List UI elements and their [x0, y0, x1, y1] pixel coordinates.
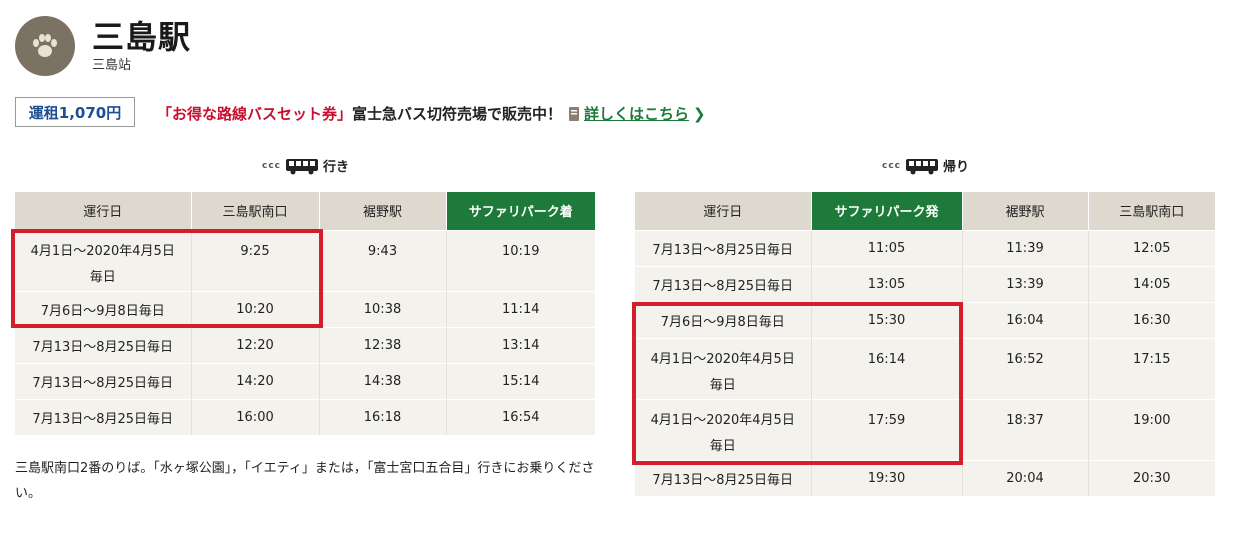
table-row: 7月6日〜9月8日毎日 15:30 16:04 16:30 — [635, 301, 1215, 338]
return-timetable: 運行日 サファリパーク発 裾野駅 三島駅南口 7月13日〜8月25日毎日 11:… — [635, 192, 1215, 496]
time-cell: 11:05 — [811, 229, 963, 266]
time-cell: 16:54 — [446, 398, 595, 435]
time-cell: 9:43 — [319, 229, 447, 291]
time-cell: 19:30 — [811, 459, 963, 496]
return-label: ccc 帰り — [882, 156, 969, 175]
time-cell: 16:04 — [962, 301, 1089, 338]
bus-icon — [906, 158, 939, 174]
date-cell: 7月6日〜9月8日毎日 — [635, 301, 812, 338]
time-cell: 14:05 — [1088, 265, 1215, 302]
time-cell: 10:20 — [191, 290, 320, 327]
table-row: 7月13日〜8月25日毎日 16:00 16:18 16:54 — [15, 398, 595, 435]
outbound-label: ccc 行き — [262, 156, 349, 175]
header-mishima: 三島駅南口 — [1088, 192, 1215, 230]
time-cell: 14:20 — [191, 362, 320, 399]
page-title: 三島駅 — [92, 18, 192, 56]
details-link[interactable]: 詳しくはこちら — [584, 103, 689, 124]
time-cell: 10:38 — [319, 290, 447, 327]
time-cell: 12:38 — [319, 326, 447, 363]
table-row: 7月13日〜8月25日毎日 19:30 20:04 20:30 — [635, 459, 1215, 496]
time-cell: 10:19 — [446, 229, 595, 291]
time-cell: 11:14 — [446, 290, 595, 327]
time-cell: 14:38 — [319, 362, 447, 399]
date-cell: 7月13日〜8月25日毎日 — [635, 265, 812, 302]
chevron-right-icon: ❯ — [693, 104, 706, 123]
time-cell: 20:04 — [962, 459, 1089, 496]
page-subtitle: 三島站 — [92, 58, 132, 73]
fare-badge: 運租1,070円 — [15, 97, 135, 127]
date-cell: 7月13日〜8月25日毎日 — [15, 398, 192, 435]
direction-return: 帰り — [943, 160, 970, 175]
date-cell: 4月1日〜2020年4月5日 毎日 — [15, 229, 192, 291]
header-safari-arrive: サファリパーク着 — [446, 192, 595, 230]
date-cell: 4月1日〜2020年4月5日 毎日 — [635, 398, 812, 460]
time-cell: 20:30 — [1088, 459, 1215, 496]
time-cell: 16:00 — [191, 398, 320, 435]
table-row: 7月13日〜8月25日毎日 14:20 14:38 15:14 — [15, 362, 595, 399]
date-cell: 7月13日〜8月25日毎日 — [15, 326, 192, 363]
dots-decoration: ccc — [882, 160, 902, 171]
time-cell: 13:14 — [446, 326, 595, 363]
date-cell: 4月1日〜2020年4月5日 毎日 — [635, 337, 812, 399]
header-susono: 裾野駅 — [319, 192, 447, 230]
time-cell: 15:14 — [446, 362, 595, 399]
time-cell: 13:39 — [962, 265, 1089, 302]
station-logo — [15, 16, 75, 76]
header-safari-depart: サファリパーク発 — [811, 192, 963, 230]
outbound-timetable: 運行日 三島駅南口 裾野駅 サファリパーク着 4月1日〜2020年4月5日 毎日 … — [15, 192, 595, 435]
time-cell: 18:37 — [962, 398, 1089, 460]
time-cell: 12:20 — [191, 326, 320, 363]
promo-highlight: 「お得な路線バスセット券」 — [157, 105, 353, 123]
dots-decoration: ccc — [262, 160, 282, 171]
direction-outbound: 行き — [323, 160, 350, 175]
boarding-note: 三島駅南口2番のりば。「水ヶ塚公園」，「イエティ」または，「富士宮口五合目」行き… — [15, 461, 595, 501]
time-cell: 19:00 — [1088, 398, 1215, 460]
time-cell: 15:30 — [811, 301, 963, 338]
date-cell: 7月13日〜8月25日毎日 — [635, 229, 812, 266]
table-row: 4月1日〜2020年4月5日 毎日 17:59 18:37 19:00 — [635, 398, 1215, 460]
header-susono: 裾野駅 — [962, 192, 1089, 230]
time-cell: 17:15 — [1088, 337, 1215, 399]
time-cell: 11:39 — [962, 229, 1089, 266]
time-cell: 16:18 — [319, 398, 447, 435]
time-cell: 16:52 — [962, 337, 1089, 399]
header-mishima: 三島駅南口 — [191, 192, 320, 230]
table-row: 7月13日〜8月25日毎日 12:20 12:38 13:14 — [15, 326, 595, 363]
table-row: 7月13日〜8月25日毎日 11:05 11:39 12:05 — [635, 229, 1215, 266]
time-cell: 12:05 — [1088, 229, 1215, 266]
time-cell: 17:59 — [811, 398, 963, 460]
table-row: 7月6日〜9月8日毎日 10:20 10:38 11:14 — [15, 290, 595, 327]
time-cell: 9:25 — [191, 229, 320, 291]
time-cell: 13:05 — [811, 265, 963, 302]
date-cell: 7月13日〜8月25日毎日 — [15, 362, 192, 399]
table-row: 7月13日〜8月25日毎日 13:05 13:39 14:05 — [635, 265, 1215, 302]
date-cell: 7月6日〜9月8日毎日 — [15, 290, 192, 327]
header-date: 運行日 — [635, 192, 812, 230]
ticket-icon — [569, 106, 580, 121]
time-cell: 16:30 — [1088, 301, 1215, 338]
time-cell: 16:14 — [811, 337, 963, 399]
table-row: 4月1日〜2020年4月5日 毎日 16:14 16:52 17:15 — [635, 337, 1215, 399]
date-cell: 7月13日〜8月25日毎日 — [635, 459, 812, 496]
bus-icon — [286, 158, 319, 174]
header-date: 運行日 — [15, 192, 192, 230]
table-row: 4月1日〜2020年4月5日 毎日 9:25 9:43 10:19 — [15, 229, 595, 291]
promo-banner: 「お得な路線バスセット券」 富士急バス切符売場で販売中！ 詳しくはこちら ❯ — [157, 103, 706, 124]
promo-text: 富士急バス切符売場で販売中！ — [352, 105, 563, 123]
paw-icon — [33, 34, 57, 57]
